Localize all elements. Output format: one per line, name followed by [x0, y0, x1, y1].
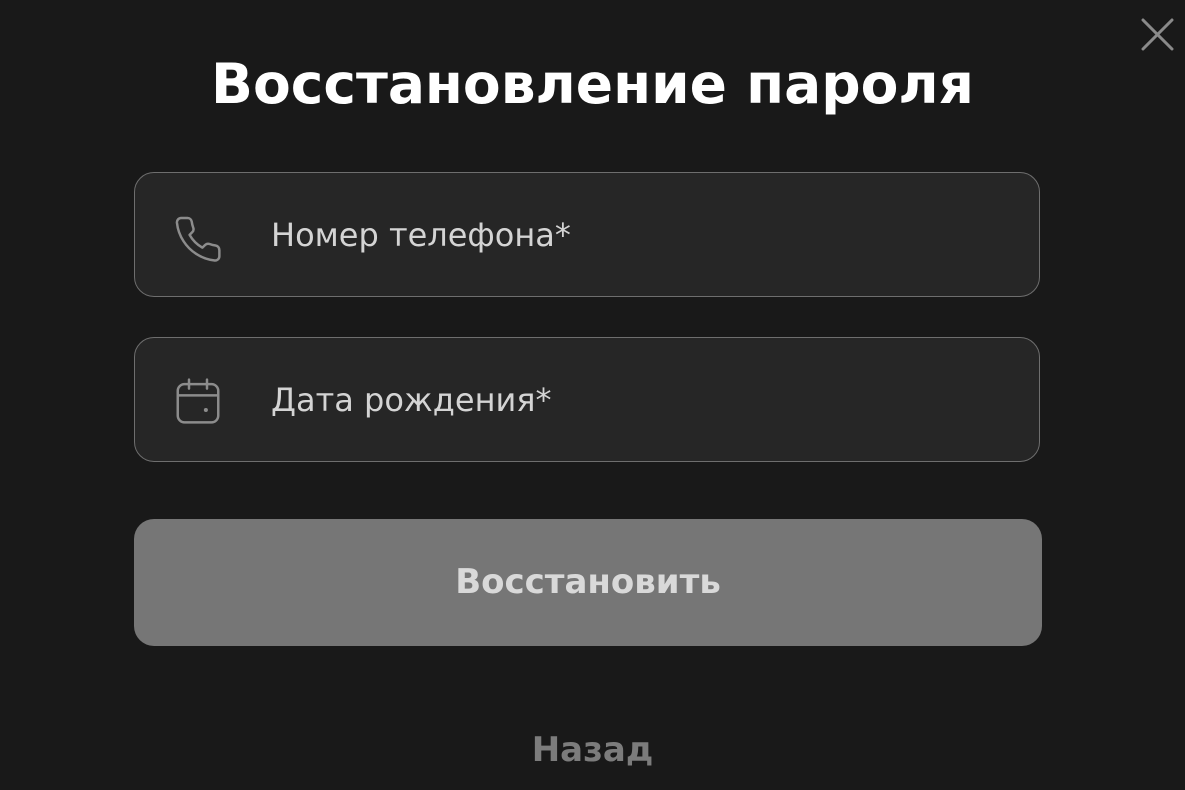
birth-date-field[interactable]: [134, 337, 1040, 462]
password-recovery-dialog: Восстановление пароля Восстановить Назад: [0, 0, 1185, 790]
calendar-icon: [171, 374, 225, 428]
birth-date-input[interactable]: [271, 368, 991, 432]
restore-button[interactable]: Восстановить: [134, 519, 1042, 646]
dialog-title: Восстановление пароля: [211, 52, 974, 116]
phone-field[interactable]: [134, 172, 1040, 297]
phone-icon: [171, 209, 225, 263]
back-link[interactable]: Назад: [0, 720, 1185, 780]
phone-input[interactable]: [271, 203, 991, 267]
